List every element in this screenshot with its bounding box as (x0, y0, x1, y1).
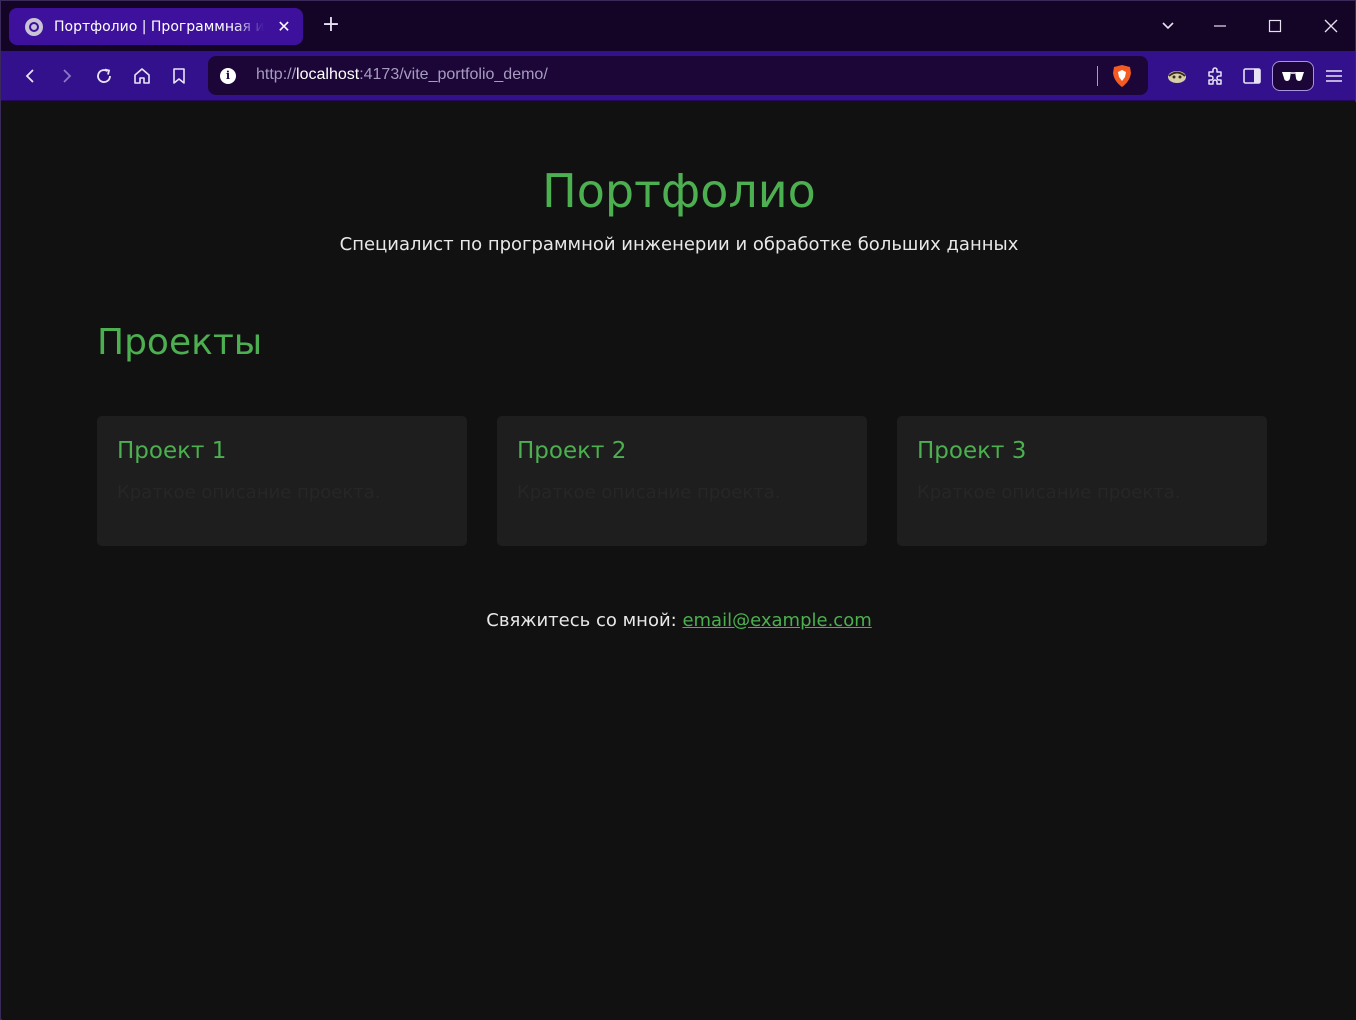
browser-window: Портфолио | Программная инженерия ✕ + (0, 0, 1356, 1020)
tab-close-icon[interactable]: ✕ (275, 17, 293, 36)
minimize-button[interactable] (1193, 1, 1247, 51)
close-window-button[interactable] (1304, 1, 1356, 51)
url-divider (1097, 66, 1098, 86)
active-tab[interactable]: Портфолио | Программная инженерия ✕ (9, 8, 303, 45)
project-description: Краткое описание проекта. (917, 482, 1181, 503)
hamburger-menu-icon (1326, 70, 1342, 82)
reload-button[interactable] (91, 63, 117, 89)
project-title: Проект 1 (117, 438, 227, 464)
navigation-toolbar: i http://localhost:4173/vite_portfolio_d… (1, 51, 1355, 101)
site-info-icon[interactable]: i (220, 68, 236, 84)
url-host: localhost (296, 66, 360, 83)
project-title: Проект 2 (517, 438, 627, 464)
project-description: Краткое описание проекта. (117, 482, 381, 503)
page-content: Портфолио Специалист по программной инже… (2, 102, 1356, 1020)
extension-avatar-icon (1168, 71, 1186, 83)
tab-search-button[interactable] (1141, 1, 1195, 51)
minimize-icon (1214, 25, 1226, 27)
main-menu-button[interactable] (1321, 63, 1347, 89)
project-card[interactable]: Проект 2 Краткое описание проекта. (497, 416, 867, 546)
url-text[interactable]: http://localhost:4173/vite_portfolio_dem… (256, 66, 548, 84)
project-description: Краткое описание проекта. (517, 482, 781, 503)
home-button[interactable] (129, 63, 155, 89)
brave-shield-icon[interactable] (1111, 64, 1133, 88)
project-card[interactable]: Проект 3 Краткое описание проекта. (897, 416, 1267, 546)
arrow-right-icon (63, 69, 72, 83)
close-icon (1324, 19, 1338, 33)
private-window-button[interactable] (1272, 61, 1314, 91)
address-bar[interactable]: i http://localhost:4173/vite_portfolio_d… (208, 56, 1148, 95)
home-icon (134, 68, 150, 84)
projects-grid: Проект 1 Краткое описание проекта. Проек… (97, 416, 1267, 546)
projects-heading: Проекты (97, 322, 263, 363)
arrow-left-icon (25, 69, 34, 83)
sidebar-icon (1243, 68, 1261, 84)
extensions-menu-button[interactable] (1202, 63, 1228, 89)
back-button[interactable] (17, 63, 43, 89)
maximize-button[interactable] (1248, 1, 1302, 51)
project-card[interactable]: Проект 1 Краткое описание проекта. (97, 416, 467, 546)
sidebar-toggle-button[interactable] (1239, 63, 1265, 89)
maximize-icon (1268, 19, 1282, 33)
page-title: Портфолио (542, 164, 816, 218)
url-scheme: http:// (256, 66, 297, 83)
contact-label: Свяжитесь со мной: (486, 610, 683, 631)
new-tab-button[interactable]: + (319, 13, 343, 39)
project-title: Проект 3 (917, 438, 1027, 464)
forward-button[interactable] (54, 63, 80, 89)
bookmark-button[interactable] (166, 63, 192, 89)
tab-strip: Портфолио | Программная инженерия ✕ + (1, 1, 1355, 51)
glasses-icon (1282, 72, 1304, 81)
chevron-down-icon (1162, 22, 1174, 30)
reload-icon (97, 68, 111, 83)
email-link[interactable]: email@example.com (682, 610, 871, 631)
puzzle-icon (1208, 67, 1222, 85)
contact-footer: Свяжитесь со мной: email@example.com (2, 610, 1356, 631)
url-path: :4173/vite_portfolio_demo/ (359, 66, 548, 83)
page-subtitle: Специалист по программной инженерии и об… (339, 234, 1019, 255)
extension-button[interactable] (1164, 63, 1190, 89)
tab-title: Портфолио | Программная инженерия (54, 18, 264, 35)
globe-icon (25, 17, 43, 36)
bookmark-icon (173, 68, 185, 84)
